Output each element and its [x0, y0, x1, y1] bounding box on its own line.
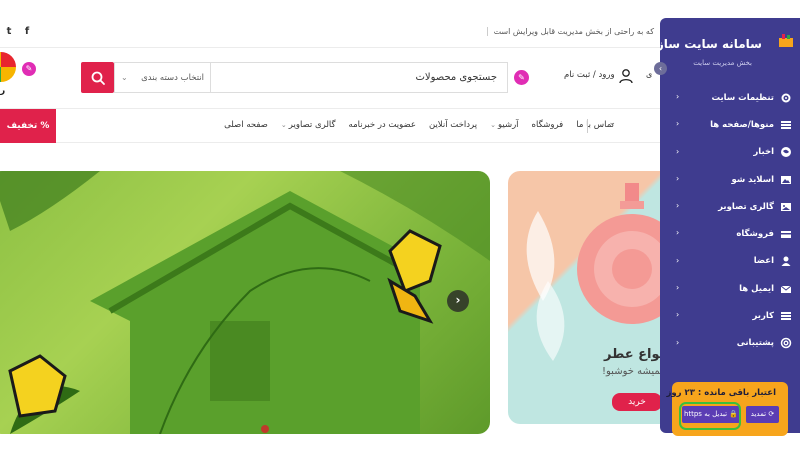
shop-icon [780, 228, 792, 240]
nav-item-label: صفحه اصلی [224, 120, 268, 130]
edit-pin-icon[interactable]: ✎ [22, 62, 36, 76]
panel-menu-item-settings[interactable]: تنظیمات سایت ‹ [660, 84, 800, 111]
chevron-left-icon: ‹ [676, 310, 680, 320]
chevron-left-icon: ‹ [676, 146, 680, 156]
nav-item-payment[interactable]: پرداخت آنلاین [429, 120, 477, 130]
user-icon[interactable] [618, 68, 634, 84]
chevron-down-icon: ⌄ [490, 121, 496, 129]
facebook-icon[interactable]: f [22, 26, 32, 37]
nav-item-newsletter[interactable]: عضویت در خبرنامه [349, 120, 416, 130]
category-select[interactable]: انتخاب دسته بندی ⌄ [114, 62, 210, 93]
panel-title: سامانه سایت ساز [656, 37, 762, 51]
panel-menu-item-support[interactable]: پشتیبانی ‹ [660, 330, 800, 357]
nav-divider [587, 119, 588, 133]
chevron-down-icon[interactable]: ⌄ [608, 118, 616, 128]
email-icon [780, 283, 792, 295]
panel-menu-label: پشتیبانی [736, 338, 774, 349]
panel-subtitle: بخش مدیریت سایت [693, 59, 752, 67]
chevron-down-icon: ⌄ [121, 73, 128, 82]
chevron-left-icon: ‹ [676, 255, 680, 265]
nav-item-shop[interactable]: فروشگاه [532, 120, 564, 130]
nav-item-label: پرداخت آنلاین [428, 120, 478, 130]
perfume-bottle-illustration [526, 183, 660, 361]
panel-menu-label: ایمیل ها [739, 283, 774, 294]
search-icon [91, 71, 105, 85]
chevron-left-icon: ‹ [676, 119, 680, 129]
renew-button[interactable]: ⟳ تمدید [746, 406, 779, 423]
nav-items: صفحه اصلی گالری تصاویر ⌄ عضویت در خبرنامه… [224, 120, 614, 130]
news-icon [780, 146, 792, 158]
perfume-banner[interactable] [508, 171, 660, 424]
buy-button[interactable]: خرید [612, 393, 662, 411]
site-logo[interactable] [0, 52, 16, 82]
top-bar: t f که به راحتی از بخش مدیریت قابل ویرای… [0, 18, 660, 48]
top-notice: که به راحتی از بخش مدیریت قابل ویرایش اس… [486, 27, 654, 36]
panel-menu-item-members[interactable]: اعضا ‹ [660, 248, 800, 275]
main-nav: % تخفیف صفحه اصلی گالری تصاویر ⌄ عضویت در… [0, 108, 660, 143]
panel-menu-label: اسلاید شو [731, 174, 774, 185]
chevron-left-icon: ‹ [676, 92, 680, 101]
panel-menu-label: اخبار [753, 147, 774, 158]
panel-menu-label: گالری تصاویر [718, 201, 774, 212]
nav-item-label: فروشگاه [531, 120, 564, 130]
search-input[interactable]: جستجوی محصولات [210, 62, 508, 93]
panel-menu-label: کاربر [752, 311, 774, 322]
login-link[interactable]: ورود / ثبت نام [564, 70, 615, 80]
perfume-banner-subtitle: همیشه خوشبو! [602, 366, 666, 377]
panel-menu-item-slideshow[interactable]: اسلاید شو ‹ [660, 166, 800, 193]
chevron-left-icon: ‹ [676, 228, 680, 238]
collapse-panel-button[interactable]: ‹ [654, 62, 667, 75]
panel-menu-label: تنظیمات سایت [711, 92, 774, 103]
nav-item-label: گالری تصاویر [288, 120, 336, 130]
search-button[interactable] [81, 62, 114, 93]
chevron-left-icon: ‹ [676, 173, 680, 183]
chevron-down-icon: ⌄ [280, 121, 287, 129]
toolbox-icon [779, 34, 793, 47]
chevron-left-icon: ‹ [676, 283, 680, 293]
chevron-left-icon: ‹ [676, 337, 680, 347]
highlight-ring [679, 402, 741, 430]
nav-item-archive[interactable]: آرشیو ⌄ [490, 120, 518, 130]
header-extra-text: ی [646, 70, 653, 79]
slideshow-icon [780, 174, 792, 186]
panel-menu-item-shop[interactable]: فروشگاه ‹ [660, 220, 800, 247]
members-icon [780, 255, 792, 267]
panel-menu-item-menus[interactable]: منوها/صفحه ها ‹ [660, 111, 800, 138]
admin-panel: سامانه سایت ساز بخش مدیریت سایت ‹ تنظیما… [654, 18, 800, 433]
page: t f که به راحتی از بخش مدیریت قابل ویرای… [0, 0, 800, 450]
settings-icon [780, 92, 792, 104]
discount-button[interactable]: % تخفیف [0, 109, 56, 143]
slider-next-button[interactable]: › [447, 290, 469, 312]
nav-item-home[interactable]: صفحه اصلی [224, 120, 268, 130]
twitter-icon[interactable]: t [4, 26, 14, 37]
support-icon [780, 337, 792, 349]
panel-menu-item-news[interactable]: اخبار ‹ [660, 139, 800, 166]
nav-item-label: آرشیو [497, 120, 519, 130]
panel-menu-item-emails[interactable]: ایمیل ها ‹ [660, 275, 800, 302]
panel-menu-label: اعضا [753, 256, 774, 267]
category-select-label: انتخاب دسته بندی [141, 72, 204, 83]
user-list-icon [780, 310, 792, 322]
renew-label: تمدید [750, 410, 767, 418]
panel-menu-item-user[interactable]: کاربر ‹ [660, 302, 800, 329]
edit-pin-icon[interactable]: ✎ [514, 70, 529, 85]
social-links: t f [4, 26, 32, 37]
menu-icon [780, 119, 792, 131]
logo-text: ر [0, 86, 6, 96]
nav-item-label: عضویت در خبرنامه [348, 120, 416, 130]
main-slider-image[interactable] [0, 171, 490, 434]
gallery-icon [780, 201, 792, 213]
nav-item-gallery[interactable]: گالری تصاویر ⌄ [281, 120, 336, 130]
panel-menu: تنظیمات سایت ‹ منوها/صفحه ها ‹ اخبار ‹ ا… [660, 84, 800, 357]
panel-menu-label: فروشگاه [736, 229, 774, 240]
chevron-left-icon: ‹ [676, 201, 680, 211]
panel-menu-item-gallery[interactable]: گالری تصاویر ‹ [660, 193, 800, 220]
remaining-credit-text: اعتبار باقی مانده : ۲۳ روز [666, 388, 776, 398]
grass-house-illustration [0, 171, 490, 434]
panel-menu-label: منوها/صفحه ها [710, 119, 774, 130]
